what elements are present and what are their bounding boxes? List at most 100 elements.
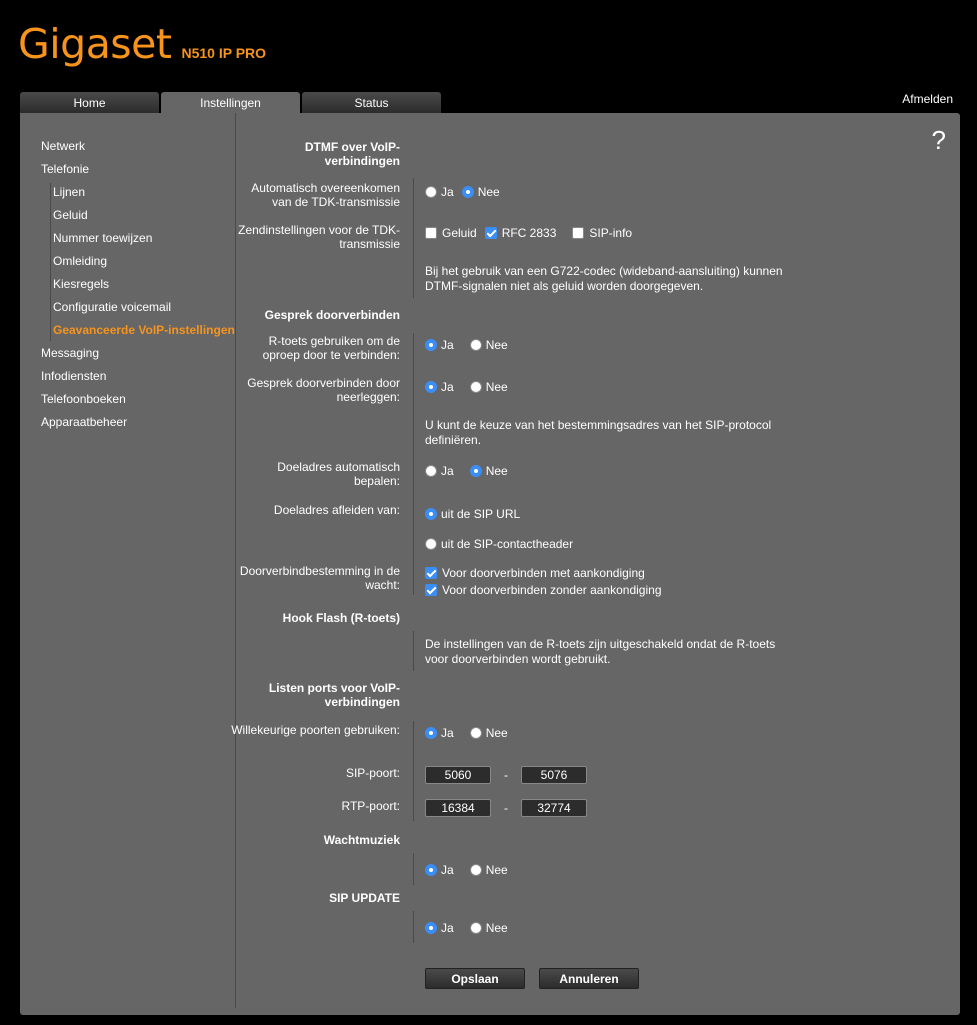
transfer-info-text: U kunt de keuze van het bestemmingsadres… [425, 418, 772, 447]
divider-dtmf [413, 178, 414, 298]
rkey-nee-radio[interactable] [469, 339, 482, 351]
section-transfer-heading: Gesprek doorverbinden [264, 308, 400, 322]
hold-with-announcement-checkbox[interactable] [425, 567, 437, 579]
music-ja-radio[interactable] [425, 864, 437, 876]
radio-label: Nee [485, 863, 508, 877]
hangup-ja-radio[interactable] [425, 381, 437, 393]
dtmf-auto-ja-radio[interactable] [425, 186, 437, 198]
derive-sip-url-radio[interactable] [425, 508, 437, 520]
rfc2833-checkbox[interactable] [484, 227, 497, 239]
derive-label: Doeladres afleiden van: [273, 503, 400, 517]
dtmf-info-text: Bij het gebruik van een G722-codec (wide… [425, 264, 783, 293]
model-name: N510 IP PRO [181, 45, 267, 61]
derive-url-option: uit de SIP URL [425, 507, 520, 521]
tab-status[interactable]: Status [302, 92, 441, 113]
divider-ports [413, 721, 414, 821]
auto-target-nee-radio[interactable] [469, 465, 482, 477]
radio-label: Nee [485, 380, 508, 394]
divider-transfer [413, 333, 414, 595]
sidebar-item-nummer-toewijzen[interactable]: Nummer toewijzen [53, 231, 152, 245]
dtmf-auto-options: Ja Nee [425, 185, 500, 199]
sip-port-label: SIP-poort: [345, 766, 400, 780]
dtmf-send-options: Geluid RFC 2833 SIP-info [425, 226, 632, 240]
derive-contact-option: uit de SIP-contactheader [425, 537, 573, 551]
rkey-ja-radio[interactable] [425, 339, 437, 351]
sidebar-item-messaging[interactable]: Messaging [41, 346, 99, 360]
radio-label: Ja [441, 863, 454, 877]
sidebar-item-geluid[interactable]: Geluid [53, 208, 88, 222]
radio-label: Ja [441, 185, 454, 199]
sip-port-range: 5060 - 5076 [425, 766, 587, 784]
content-area: DTMF over VoIP-verbindingen Automatisch … [231, 113, 960, 1015]
section-dtmf-heading: DTMF over VoIP-verbindingen [304, 140, 400, 168]
dtmf-auto-nee-radio[interactable] [461, 186, 474, 198]
sidebar-item-telefonie[interactable]: Telefonie [41, 162, 89, 176]
hold-with-option: Voor doorverbinden met aankondiging [425, 566, 645, 580]
sipupdate-ja-radio[interactable] [425, 922, 437, 934]
sidebar-item-lijnen[interactable]: Lijnen [53, 185, 85, 199]
rtp-port-to-input[interactable]: 32774 [521, 799, 587, 817]
cancel-button[interactable]: Annuleren [539, 968, 639, 989]
sidebar-item-omleiding[interactable]: Omleiding [53, 254, 107, 268]
sidebar-item-apparaatbeheer[interactable]: Apparaatbeheer [41, 415, 127, 429]
gigaset-logo: Gigaset N510 IP PRO [18, 20, 266, 68]
geluid-checkbox[interactable] [425, 227, 437, 239]
sidebar: Netwerk Telefonie Lijnen Geluid Nummer t… [20, 113, 236, 1008]
sip-info-checkbox[interactable] [572, 227, 585, 239]
radio-label: uit de SIP URL [441, 507, 521, 521]
logout-link[interactable]: Afmelden [902, 92, 953, 106]
rtp-port-from-input[interactable]: 16384 [425, 799, 491, 817]
random-ports-ja-radio[interactable] [425, 727, 437, 739]
sidebar-item-netwerk[interactable]: Netwerk [41, 139, 85, 153]
radio-label: Nee [485, 338, 508, 352]
section-sipupdate-heading: SIP UPDATE [329, 891, 400, 905]
music-options: Ja Nee [425, 863, 508, 877]
main-tabs: Home Instellingen Status [20, 92, 443, 113]
sidebar-item-configuratie-voicemail[interactable]: Configuratie voicemail [53, 300, 171, 314]
section-music-heading: Wachtmuziek [323, 833, 400, 847]
auto-target-options: Ja Nee [425, 464, 508, 478]
rtp-port-range: 16384 - 32774 [425, 799, 587, 817]
sidebar-item-infodiensten[interactable]: Infodiensten [41, 369, 106, 383]
checkbox-label: RFC 2833 [501, 226, 557, 240]
radio-label: Ja [441, 464, 454, 478]
sidebar-item-geavanceerde-voip[interactable]: Geavanceerde VoIP-instellingen [53, 323, 235, 337]
random-ports-nee-radio[interactable] [469, 727, 482, 739]
auto-target-ja-radio[interactable] [425, 465, 437, 477]
hold-without-announcement-checkbox[interactable] [425, 584, 437, 596]
dtmf-auto-label: Automatisch overeenkomen van de TDK-tran… [251, 181, 400, 209]
sipupdate-options: Ja Nee [425, 921, 508, 935]
save-button[interactable]: Opslaan [425, 968, 525, 989]
checkbox-label: Geluid [442, 226, 477, 240]
radio-label: Ja [441, 380, 454, 394]
derive-contactheader-radio[interactable] [425, 538, 437, 550]
divider-hook [413, 631, 414, 671]
sip-port-from-input[interactable]: 5060 [425, 766, 491, 784]
radio-label: Nee [485, 921, 508, 935]
auto-target-label: Doeladres automatisch bepalen: [277, 460, 400, 488]
radio-label: Nee [485, 464, 508, 478]
dtmf-send-label: Zendinstellingen voor de TDK-transmissie [238, 223, 400, 251]
settings-panel: ? Netwerk Telefonie Lijnen Geluid Nummer… [20, 113, 960, 1015]
brand-name: Gigaset [18, 20, 172, 68]
sip-port-to-input[interactable]: 5076 [521, 766, 587, 784]
hangup-nee-radio[interactable] [469, 381, 482, 393]
sipupdate-nee-radio[interactable] [469, 922, 482, 934]
rtp-port-label: RTP-poort: [341, 799, 400, 813]
tab-home[interactable]: Home [20, 92, 159, 113]
hold-label: Doorverbindbestemming in de wacht: [239, 564, 400, 592]
range-dash: - [504, 768, 508, 782]
checkbox-label: Voor doorverbinden zonder aankondiging [442, 583, 662, 597]
radio-label: Ja [441, 921, 454, 935]
sidebar-item-kiesregels[interactable]: Kiesregels [53, 277, 109, 291]
music-nee-radio[interactable] [469, 864, 482, 876]
radio-label: Ja [441, 338, 454, 352]
rkey-label: R-toets gebruiken om de oproep door te v… [262, 334, 400, 362]
tab-instellingen[interactable]: Instellingen [161, 92, 300, 113]
radio-label: Nee [485, 726, 508, 740]
section-ports-heading: Listen ports voor VoIP-verbindingen [268, 681, 400, 709]
sidebar-item-telefoonboeken[interactable]: Telefoonboeken [41, 392, 126, 406]
divider-music [413, 853, 414, 885]
rkey-options: Ja Nee [425, 338, 508, 352]
section-hook-heading: Hook Flash (R-toets) [282, 611, 400, 625]
